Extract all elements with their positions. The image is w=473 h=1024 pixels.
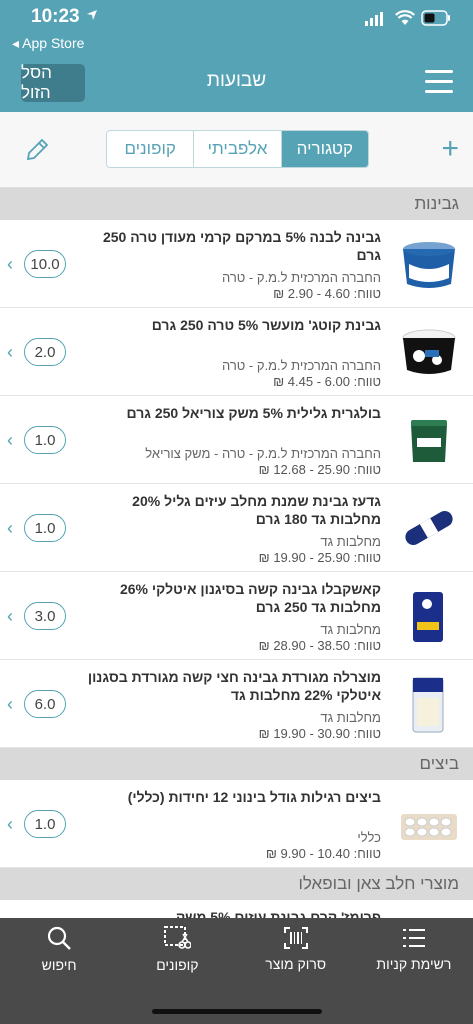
item-name: פרומז' קרם גבינת עיזים 5% משק — [175, 909, 381, 918]
battery-icon — [421, 10, 451, 31]
product-image-white-cheese — [403, 242, 455, 288]
product-image-grated-mozzarella — [412, 677, 444, 733]
item-price-range: טווח: 10.40 - 9.90 ₪ — [265, 846, 381, 861]
item-price-range: טווח: 30.90 - 19.90 ₪ — [258, 726, 381, 741]
tab-label: חיפוש — [41, 957, 77, 973]
item-maker: כללי — [357, 830, 381, 845]
list-item[interactable]: קאשקבלו גבינה קשה בסיגנון איטלקי 26% מחל… — [0, 572, 473, 660]
quantity-badge[interactable]: 1.0 — [24, 810, 66, 838]
home-indicator-bar — [0, 980, 473, 1024]
hamburger-icon[interactable] — [425, 70, 453, 94]
tab-shopping-list[interactable]: רשימת קניות — [355, 918, 473, 980]
item-maker: מחלבות גד — [320, 622, 381, 637]
list-item[interactable]: גבינת קוטג' מועשר 5% טרה 250 גרם החברה ה… — [0, 308, 473, 396]
section-header: גבינות — [0, 188, 473, 220]
quantity-badge[interactable]: 2.0 — [24, 338, 66, 366]
quantity-badge[interactable]: 10.0 — [24, 250, 66, 278]
list-item[interactable]: בולגרית גלילית 5% משק צוריאל 250 גרם החב… — [0, 396, 473, 484]
product-image-kashkaval — [413, 592, 443, 642]
list-item[interactable]: גבינה לבנה 5% במרקם קרמי מעודן טרה 250 ג… — [0, 220, 473, 308]
chevron-left-icon[interactable]: ‹ — [7, 814, 13, 835]
item-price-range: טווח: 38.50 - 28.90 ₪ — [258, 638, 381, 653]
item-price-range: טווח: 4.60 - 2.90 ₪ — [273, 286, 381, 301]
item-price-range: טווח: 6.00 - 4.45 ₪ — [273, 374, 381, 389]
item-name: גבינת קוטג' מועשר 5% טרה 250 גרם — [151, 317, 381, 333]
shopping-list: גבינות גבינה לבנה 5% במרקם קרמי מעודן טר… — [0, 188, 473, 918]
list-icon — [402, 929, 425, 947]
item-name: גדעז גבינת שמנת מחלב עיזים גליל 20% מחלב… — [132, 493, 381, 527]
quantity-badge[interactable]: 6.0 — [24, 690, 66, 718]
list-item[interactable]: פרומז' קרם גבינת עיזים 5% משק — [0, 900, 473, 918]
product-image-goat-cheese-log — [405, 511, 453, 545]
quantity-badge[interactable]: 3.0 — [24, 602, 66, 630]
product-image-cottage — [402, 329, 456, 374]
section-header: ביצים — [0, 748, 473, 780]
tab-label: רשימת קניות — [376, 956, 452, 972]
tab-coupons-nav[interactable]: קופונים — [118, 918, 236, 980]
tab-coupons[interactable]: קופונים — [107, 131, 195, 167]
item-maker: מחלבות גד — [320, 534, 381, 549]
item-maker: מחלבות גד — [320, 710, 381, 725]
product-image-bulgarian-cheese — [411, 420, 447, 462]
list-item[interactable]: מוצרלה מגורדת גבינה חצי קשה מגורדת בסגנו… — [0, 660, 473, 748]
item-price-range: טווח: 25.90 - 19.90 ₪ — [258, 550, 381, 565]
add-item-icon[interactable]: + — [441, 132, 459, 166]
chevron-left-icon[interactable]: ‹ — [7, 342, 13, 363]
item-name: בולגרית גלילית 5% משק צוריאל 250 גרם — [126, 405, 381, 421]
status-time: 10:23 — [31, 6, 80, 27]
barcode-icon — [283, 927, 308, 949]
sort-toolbar: קטגוריה אלפביתי קופונים + — [0, 112, 473, 188]
edit-pencil-icon[interactable] — [24, 137, 52, 165]
item-name: מוצרלה מגורדת גבינה חצי קשה מגורדת בסגנו… — [87, 669, 381, 703]
item-name: קאשקבלו גבינה קשה בסיגנון איטלקי 26% מחל… — [119, 581, 381, 615]
tab-alphabetical[interactable]: אלפביתי — [194, 131, 282, 167]
chevron-left-icon[interactable]: ‹ — [7, 254, 13, 275]
location-arrow-icon — [86, 8, 98, 26]
tab-label: סרוק מוצר — [265, 956, 327, 972]
bottom-tab-bar: רשימת קניות סרוק מוצר קופונים חיפוש — [0, 918, 473, 980]
section-header: מוצרי חלב צאן ובופאלו — [0, 868, 473, 900]
tab-scan-product[interactable]: סרוק מוצר — [237, 918, 355, 980]
back-to-app-store[interactable]: ◂ App Store — [12, 35, 84, 52]
search-icon — [48, 926, 71, 950]
tab-search[interactable]: חיפוש — [0, 918, 118, 980]
quantity-badge[interactable]: 1.0 — [24, 514, 66, 542]
list-item[interactable]: גדעז גבינת שמנת מחלב עיזים גליל 20% מחלב… — [0, 484, 473, 572]
item-maker: החברה המרכזית ל.מ.ק - טרה — [222, 270, 381, 285]
item-maker: החברה המרכזית ל.מ.ק - טרה - משק צוריאל — [145, 446, 381, 461]
quantity-badge[interactable]: 1.0 — [24, 426, 66, 454]
item-price-range: טווח: 25.90 - 12.68 ₪ — [258, 462, 381, 477]
app-header: 10:23 ◂ App Store הסל הזול שבועות — [0, 0, 473, 112]
list-title: שבועות — [206, 70, 267, 91]
home-indicator[interactable] — [152, 1009, 322, 1014]
chevron-left-icon[interactable]: ‹ — [7, 430, 13, 451]
cellular-signal-icon — [365, 12, 385, 31]
product-image-eggs-carton — [401, 814, 457, 840]
coupon-scissors-icon — [164, 926, 192, 949]
chevron-left-icon[interactable]: ‹ — [7, 518, 13, 539]
sort-segmented-control: קטגוריה אלפביתי קופונים — [106, 130, 369, 168]
status-bar: 10:23 ◂ App Store — [0, 0, 473, 51]
chevron-left-icon[interactable]: ‹ — [7, 606, 13, 627]
item-name: גבינה לבנה 5% במרקם קרמי מעודן טרה 250 ג… — [102, 229, 381, 263]
item-maker: החברה המרכזית ל.מ.ק - טרה — [222, 358, 381, 373]
tab-category[interactable]: קטגוריה — [281, 131, 368, 167]
list-item[interactable]: ביצים רגילות גודל בינוני 12 יחידות (כללי… — [0, 780, 473, 868]
chevron-left-icon[interactable]: ‹ — [7, 694, 13, 715]
tab-label: קופונים — [156, 957, 199, 973]
wifi-icon — [395, 10, 415, 31]
item-name: ביצים רגילות גודל בינוני 12 יחידות (כללי… — [127, 789, 381, 805]
